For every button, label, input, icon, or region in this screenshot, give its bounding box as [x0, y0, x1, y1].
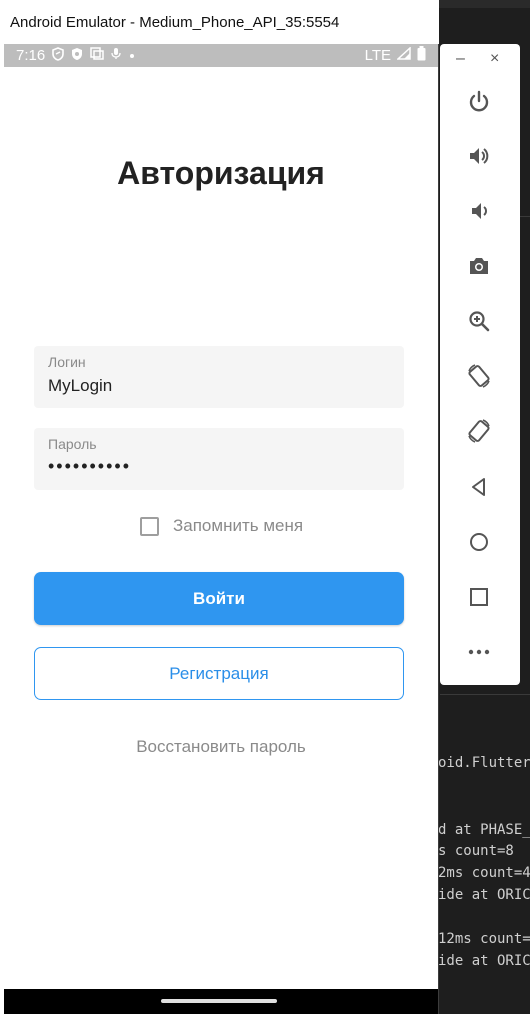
register-button[interactable]: Регистрация: [34, 647, 404, 700]
phone-screen: 7:16 LTE Авторизация Логин MyLogin Парол…: [4, 44, 438, 1014]
terminal-line: 12ms count=: [438, 931, 530, 947]
password-field[interactable]: Пароль ••••••••••: [34, 428, 404, 490]
notification-dot-icon: [128, 47, 136, 64]
zoom-icon[interactable]: [462, 304, 496, 338]
home-gesture-handle[interactable]: [161, 999, 277, 1003]
rotate-right-icon[interactable]: [462, 414, 496, 448]
window-title: Android Emulator - Medium_Phone_API_35:5…: [10, 13, 340, 31]
status-time: 7:16: [16, 47, 46, 64]
home-icon[interactable]: [462, 525, 496, 559]
remember-me-row[interactable]: Запомнить меня: [140, 515, 303, 537]
storage-icon: [90, 47, 104, 64]
status-bar: 7:16 LTE: [4, 44, 438, 67]
microphone-icon: [111, 47, 121, 64]
overview-icon[interactable]: [462, 580, 496, 614]
login-button[interactable]: Войти: [34, 572, 404, 625]
play-protect-icon: [71, 47, 83, 65]
remember-me-label[interactable]: Запомнить меня: [173, 516, 303, 536]
password-field-label: Пароль: [48, 436, 97, 452]
terminal-line: ide at ORIC: [438, 887, 530, 903]
login-screen: Авторизация Логин MyLogin Пароль •••••••…: [4, 67, 438, 989]
navigation-bar: [4, 989, 438, 1014]
window-title-bar[interactable]: Android Emulator - Medium_Phone_API_35:5…: [0, 0, 439, 44]
terminal-divider: [440, 694, 530, 695]
emulator-toolbar: – ×: [440, 44, 520, 685]
volume-down-icon[interactable]: [462, 194, 496, 228]
login-field-label: Логин: [48, 354, 86, 370]
close-button[interactable]: ×: [490, 50, 499, 68]
page-title: Авторизация: [117, 155, 325, 191]
remember-me-checkbox[interactable]: [140, 516, 159, 536]
terminal-line: 2ms count=4: [438, 865, 530, 881]
login-field-value[interactable]: MyLogin: [48, 376, 112, 396]
terminal-line: ide at ORIC: [438, 953, 530, 969]
shield-icon: [52, 46, 65, 65]
restore-password-link[interactable]: Восстановить пароль: [4, 737, 438, 757]
password-field-value[interactable]: ••••••••••: [48, 456, 131, 477]
signal-icon: [396, 46, 411, 64]
terminal-line: d at PHASE_: [438, 822, 530, 838]
more-icon[interactable]: [462, 635, 496, 669]
minimize-button[interactable]: –: [456, 50, 465, 68]
volume-up-icon[interactable]: [462, 139, 496, 173]
rotate-left-icon[interactable]: [462, 359, 496, 393]
back-icon[interactable]: [462, 470, 496, 504]
login-field[interactable]: Логин MyLogin: [34, 346, 404, 408]
emulator-window: Android Emulator - Medium_Phone_API_35:5…: [0, 0, 439, 1014]
power-icon[interactable]: [462, 85, 496, 119]
battery-icon: [417, 46, 426, 65]
network-type: LTE: [364, 47, 391, 64]
camera-icon[interactable]: [462, 249, 496, 283]
terminal-line: oid.Flutter: [438, 755, 530, 771]
terminal-line: s count=8: [438, 843, 514, 859]
